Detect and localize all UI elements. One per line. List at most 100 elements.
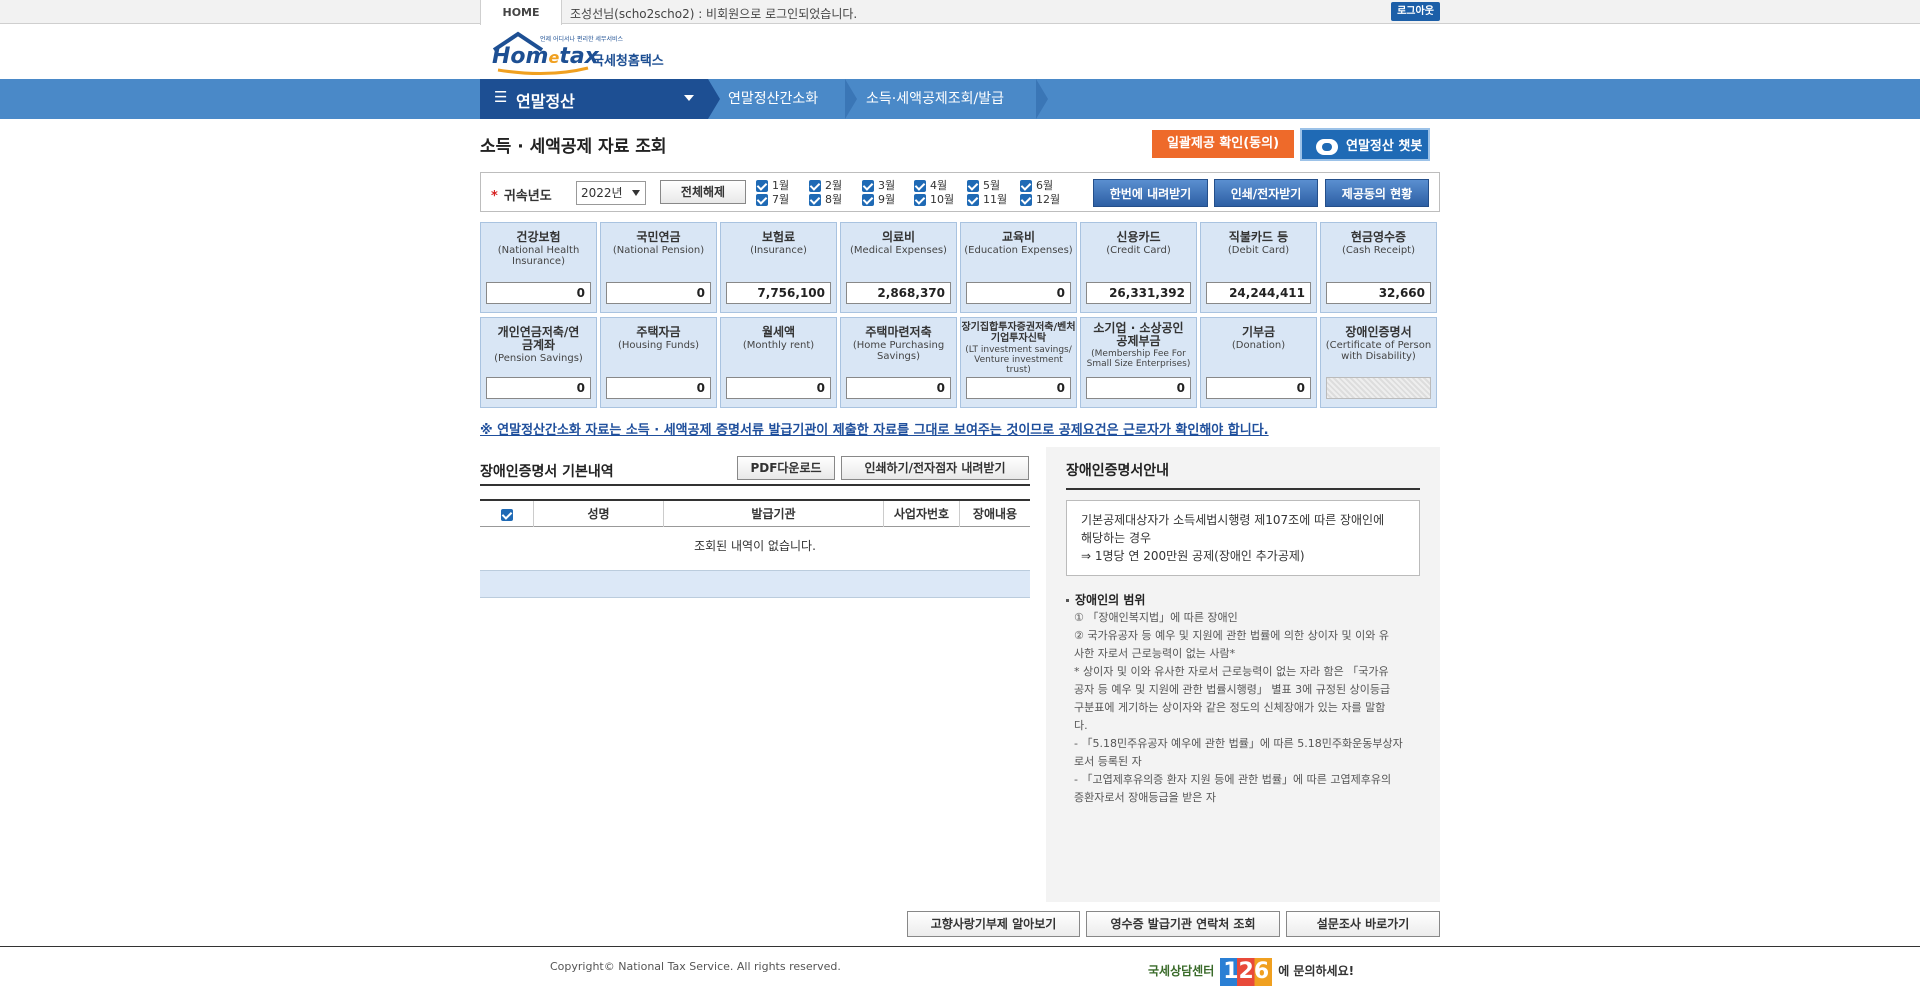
column-header: 장애내용 bbox=[972, 507, 1018, 521]
call-center-suffix: 에 문의하세요! bbox=[1278, 964, 1355, 978]
card-pension-savings[interactable]: 개인연금저축/연금계좌 (Pension Savings) 0 bbox=[480, 317, 597, 408]
card-subtitle: (Donation) bbox=[1231, 340, 1286, 351]
month-checkbox-11[interactable]: 11월 bbox=[967, 193, 1007, 206]
consent-status-button[interactable]: 제공동의 현황 bbox=[1325, 179, 1429, 207]
clear-all-button[interactable]: 전체해제 bbox=[660, 180, 746, 204]
notice-link[interactable]: ※ 연말정산간소화 자료는 소득 · 세액공제 증명서류 발급기관이 제출한 자… bbox=[480, 419, 1269, 438]
card-insurance[interactable]: 보험료 (Insurance) 7,756,100 bbox=[720, 222, 837, 313]
guide-box-text: 해당하는 경우 bbox=[1081, 531, 1152, 545]
hometax-logo[interactable]: 언제 어디서나 편리한 세무서비스 Hometax 국세청홈택스 bbox=[488, 30, 678, 76]
breadcrumb-item-deduction[interactable]: 소득·세액공제조회/발급 bbox=[866, 79, 1004, 119]
card-title: 현금영수증 bbox=[1350, 230, 1407, 244]
year-select[interactable]: 2022년 bbox=[576, 181, 646, 205]
card-credit-card[interactable]: 신용카드 (Credit Card) 26,331,392 bbox=[1080, 222, 1197, 313]
month-checkbox-4[interactable]: 4월 bbox=[914, 179, 947, 192]
card-title: 개인연금저축/연금계좌 bbox=[497, 325, 580, 352]
breadcrumb-item-simplified[interactable]: 연말정산간소화 bbox=[728, 79, 818, 119]
card-value: 0 bbox=[486, 282, 591, 304]
guide-line: 로서 등록된 자 bbox=[1074, 755, 1142, 768]
guide-title: 장애인증명서안내 bbox=[1066, 460, 1420, 490]
guide-line: 증환자로서 장애등급을 받은 자 bbox=[1074, 791, 1217, 804]
card-subtitle: (National Health Insurance) bbox=[497, 245, 580, 267]
card-value: 0 bbox=[846, 377, 951, 399]
month-checkbox-12[interactable]: 12월 bbox=[1020, 193, 1060, 206]
home-link[interactable]: HOME bbox=[480, 0, 562, 25]
card-disability-certificate[interactable]: 장애인증명서 (Certificate of Person with Disabi… bbox=[1320, 317, 1437, 408]
table-footer bbox=[480, 570, 1030, 598]
card-education-expenses[interactable]: 교육비 (Education Expenses) 0 bbox=[960, 222, 1077, 313]
month-checkbox-7[interactable]: 7월 bbox=[756, 193, 789, 206]
month-checkbox-10[interactable]: 10월 bbox=[914, 193, 954, 206]
card-cash-receipt[interactable]: 현금영수증 (Cash Receipt) 32,660 bbox=[1320, 222, 1437, 313]
card-title: 건강보험 bbox=[516, 230, 561, 244]
month-checkbox-2[interactable]: 2월 bbox=[809, 179, 842, 192]
month-checkbox-6[interactable]: 6월 bbox=[1020, 179, 1053, 192]
print-braille-button[interactable]: 인쇄하기/전자점자 내려받기 bbox=[841, 456, 1029, 480]
print-receive-button[interactable]: 인쇄/전자받기 bbox=[1214, 179, 1318, 207]
card-title: 신용카드 bbox=[1116, 230, 1161, 244]
card-value: 0 bbox=[966, 282, 1071, 304]
nav-menu-dropdown[interactable]: ☰ 연말정산 bbox=[480, 79, 708, 119]
footer-divider bbox=[0, 946, 1920, 947]
card-subtitle: (Education Expenses) bbox=[964, 245, 1073, 256]
year-label: * 귀속년도 bbox=[491, 189, 552, 204]
detail-section-title: 장애인증명서 기본내역 bbox=[480, 464, 614, 480]
card-subtitle: (National Pension) bbox=[612, 245, 705, 256]
card-subtitle: (Housing Funds) bbox=[617, 340, 700, 351]
card-small-business-fund[interactable]: 소기업 · 소상공인 공제부금 (Membership Fee For Small… bbox=[1080, 317, 1197, 408]
guide-line: - 「5.18민주유공자 예우에 관한 법률」에 따른 5.18민주화운동부상자 bbox=[1074, 737, 1403, 750]
card-title: 교육비 bbox=[1001, 230, 1036, 244]
card-value: 0 bbox=[726, 377, 831, 399]
card-title: 주택마련저축 bbox=[865, 325, 932, 339]
card-value: 0 bbox=[966, 377, 1071, 399]
guide-subtitle: 장애인의 범위 bbox=[1066, 591, 1145, 608]
card-lt-investment-savings[interactable]: 장기집합투자증권저축/벤처기업투자신탁 (LT investment saving… bbox=[960, 317, 1077, 408]
card-housing-funds[interactable]: 주택자금 (Housing Funds) 0 bbox=[600, 317, 717, 408]
filter-bar: * 귀속년도 2022년 전체해제 1월 2월 3월 4월 5월 6월 7월 8월… bbox=[480, 172, 1440, 212]
month-checkbox-1[interactable]: 1월 bbox=[756, 179, 789, 192]
card-value: 0 bbox=[606, 377, 711, 399]
consent-confirm-button[interactable]: 일괄제공 확인(동의) bbox=[1152, 130, 1294, 158]
download-all-button[interactable]: 한번에 내려받기 bbox=[1093, 179, 1208, 207]
card-title: 장기집합투자증권저축/벤처기업투자신탁 bbox=[961, 322, 1076, 344]
card-debit-card[interactable]: 직불카드 등 (Debit Card) 24,244,411 bbox=[1200, 222, 1317, 313]
column-header: 사업자번호 bbox=[884, 501, 960, 527]
card-health-insurance[interactable]: 건강보험 (National Health Insurance) 0 bbox=[480, 222, 597, 313]
card-medical-expenses[interactable]: 의료비 (Medical Expenses) 2,868,370 bbox=[840, 222, 957, 313]
breadcrumb-separator bbox=[708, 79, 720, 119]
month-checkbox-5[interactable]: 5월 bbox=[967, 179, 1000, 192]
section-divider bbox=[480, 484, 1030, 486]
logo-wordmark: Hometax bbox=[492, 44, 599, 69]
card-value: 0 bbox=[1086, 377, 1191, 399]
card-subtitle: (Home Purchasing Savings) bbox=[852, 340, 945, 362]
receipt-issuer-contact-button[interactable]: 영수증 발급기관 연락처 조회 bbox=[1086, 911, 1280, 937]
logo-korean-text: 국세청홈택스 bbox=[592, 54, 664, 69]
guide-line: - 「고엽제후유의증 환자 지원 등에 관한 법률」에 따른 고엽제후유의 bbox=[1074, 773, 1392, 786]
chatbot-button[interactable]: 연말정산 챗봇 bbox=[1300, 128, 1430, 161]
month-checkbox-8[interactable]: 8월 bbox=[809, 193, 842, 206]
call-center-number: 126 bbox=[1220, 957, 1273, 986]
select-all-checkbox[interactable] bbox=[480, 501, 534, 527]
nav-menu-title: 연말정산 bbox=[516, 92, 575, 111]
survey-button[interactable]: 설문조사 바로가기 bbox=[1286, 911, 1440, 937]
card-value: 0 bbox=[606, 282, 711, 304]
card-monthly-rent[interactable]: 월세액 (Monthly rent) 0 bbox=[720, 317, 837, 408]
chatbot-label: 연말정산 챗봇 bbox=[1346, 139, 1423, 154]
card-subtitle: (Medical Expenses) bbox=[850, 245, 947, 256]
month-checkbox-9[interactable]: 9월 bbox=[862, 193, 895, 206]
guide-line: ② 국가유공자 등 예우 및 지원에 관한 법률에 의한 상이자 및 이와 유 bbox=[1074, 629, 1389, 642]
hometown-donation-button[interactable]: 고향사랑기부제 알아보기 bbox=[907, 911, 1080, 937]
card-title: 주택자금 bbox=[636, 325, 681, 339]
card-donation[interactable]: 기부금 (Donation) 0 bbox=[1200, 317, 1317, 408]
card-home-purchasing-savings[interactable]: 주택마련저축 (Home Purchasing Savings) 0 bbox=[840, 317, 957, 408]
logout-button[interactable]: 로그아웃 bbox=[1391, 2, 1440, 21]
card-national-pension[interactable]: 국민연금 (National Pension) 0 bbox=[600, 222, 717, 313]
card-title: 보험료 bbox=[761, 230, 796, 244]
card-subtitle: (Insurance) bbox=[750, 245, 807, 256]
card-subtitle: (Credit Card) bbox=[1106, 245, 1171, 256]
breadcrumb-separator bbox=[845, 79, 857, 119]
card-subtitle: (Membership Fee For Small Size Enterpris… bbox=[1086, 349, 1191, 369]
month-checkbox-3[interactable]: 3월 bbox=[862, 179, 895, 192]
card-title: 월세액 bbox=[761, 325, 796, 339]
pdf-download-button[interactable]: PDF다운로드 bbox=[737, 456, 835, 480]
